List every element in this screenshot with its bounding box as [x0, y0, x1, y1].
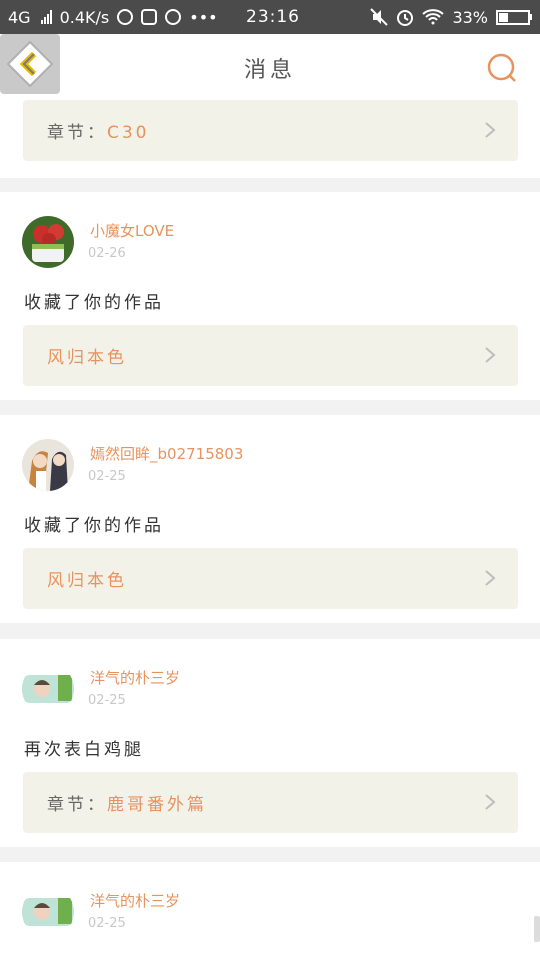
message-date: 02-26	[88, 246, 126, 261]
page-title: 消息	[243, 58, 296, 83]
reference-value: 风归本色	[47, 348, 127, 368]
card-header: 洋气的朴三岁 02-25	[22, 663, 502, 717]
reference-box[interactable]: 章节：鹿哥番外篇	[23, 772, 518, 833]
avatar[interactable]	[22, 439, 74, 491]
message-text: 收藏了你的作品	[24, 293, 164, 313]
message-card: 洋气的朴三岁 02-25	[0, 862, 540, 960]
scrollbar[interactable]	[534, 916, 540, 942]
status-bar: 4G 0.4K/s ••• 23:16 33%	[0, 0, 540, 34]
search-icon[interactable]	[484, 50, 520, 86]
reference-prefix: 章节：	[47, 123, 107, 143]
username[interactable]: 洋气的朴三岁	[90, 667, 180, 688]
more-notifications-icon: •••	[189, 7, 218, 27]
chevron-right-icon	[485, 347, 496, 363]
wifi-icon	[422, 9, 445, 25]
app-header: 消息	[0, 34, 540, 101]
alarm-icon	[397, 10, 414, 26]
chat-icon	[165, 9, 182, 25]
status-right: 33%	[370, 8, 532, 27]
avatar[interactable]	[22, 663, 74, 715]
message-card: 洋气的朴三岁 02-25 再次表白鸡腿 章节：鹿哥番外篇	[0, 639, 540, 847]
card-header: 嫣然回眸_b02715803 02-25	[22, 439, 502, 493]
reference-value: C30	[107, 123, 150, 143]
message-card: 嫣然回眸_b02715803 02-25 收藏了你的作品 风归本色	[0, 415, 540, 623]
username[interactable]: 小魔女LOVE	[90, 220, 174, 241]
chevron-right-icon	[485, 794, 496, 810]
username[interactable]: 嫣然回眸_b02715803	[90, 443, 243, 464]
avatar[interactable]	[22, 886, 74, 938]
strawberry-avatar-image	[22, 216, 74, 268]
clock: 23:16	[246, 7, 300, 27]
anime-couple-avatar-image	[22, 439, 74, 491]
battery-percent: 33%	[452, 7, 488, 27]
message-date: 02-25	[88, 693, 126, 708]
username[interactable]: 洋气的朴三岁	[90, 890, 180, 911]
chevron-right-icon	[485, 122, 496, 138]
avatar[interactable]	[22, 216, 74, 268]
reference-text: 章节：C30	[47, 118, 150, 143]
reference-box[interactable]: 风归本色	[23, 548, 518, 609]
battery-icon	[496, 9, 532, 25]
qq-icon	[117, 9, 134, 25]
boy-portrait-avatar-image	[22, 663, 74, 715]
network-speed: 0.4K/s	[59, 7, 110, 27]
card-header: 小魔女LOVE 02-26	[22, 216, 502, 270]
reference-box[interactable]: 风归本色	[23, 325, 518, 386]
network-label: 4G	[8, 7, 31, 27]
reference-prefix: 章节：	[47, 795, 107, 815]
reference-text: 风归本色	[47, 343, 127, 368]
mute-icon	[370, 8, 389, 26]
reference-text: 章节：鹿哥番外篇	[47, 790, 207, 815]
reference-text: 风归本色	[47, 566, 127, 591]
reference-value: 鹿哥番外篇	[107, 795, 207, 815]
message-card: 小魔女LOVE 02-26 收藏了你的作品 风归本色	[0, 192, 540, 400]
status-left: 4G 0.4K/s •••	[8, 8, 218, 27]
app-icon	[141, 9, 158, 25]
message-date: 02-25	[88, 469, 126, 484]
card-header: 洋气的朴三岁 02-25	[22, 886, 502, 940]
message-date: 02-25	[88, 916, 126, 931]
signal-icon	[40, 10, 52, 24]
message-text: 再次表白鸡腿	[24, 740, 144, 760]
message-card: 章节：C30	[0, 100, 540, 178]
reference-value: 风归本色	[47, 571, 127, 591]
boy-portrait-avatar-image	[22, 886, 74, 938]
chevron-right-icon	[485, 570, 496, 586]
reference-box[interactable]: 章节：C30	[23, 100, 518, 161]
message-text: 收藏了你的作品	[24, 516, 164, 536]
